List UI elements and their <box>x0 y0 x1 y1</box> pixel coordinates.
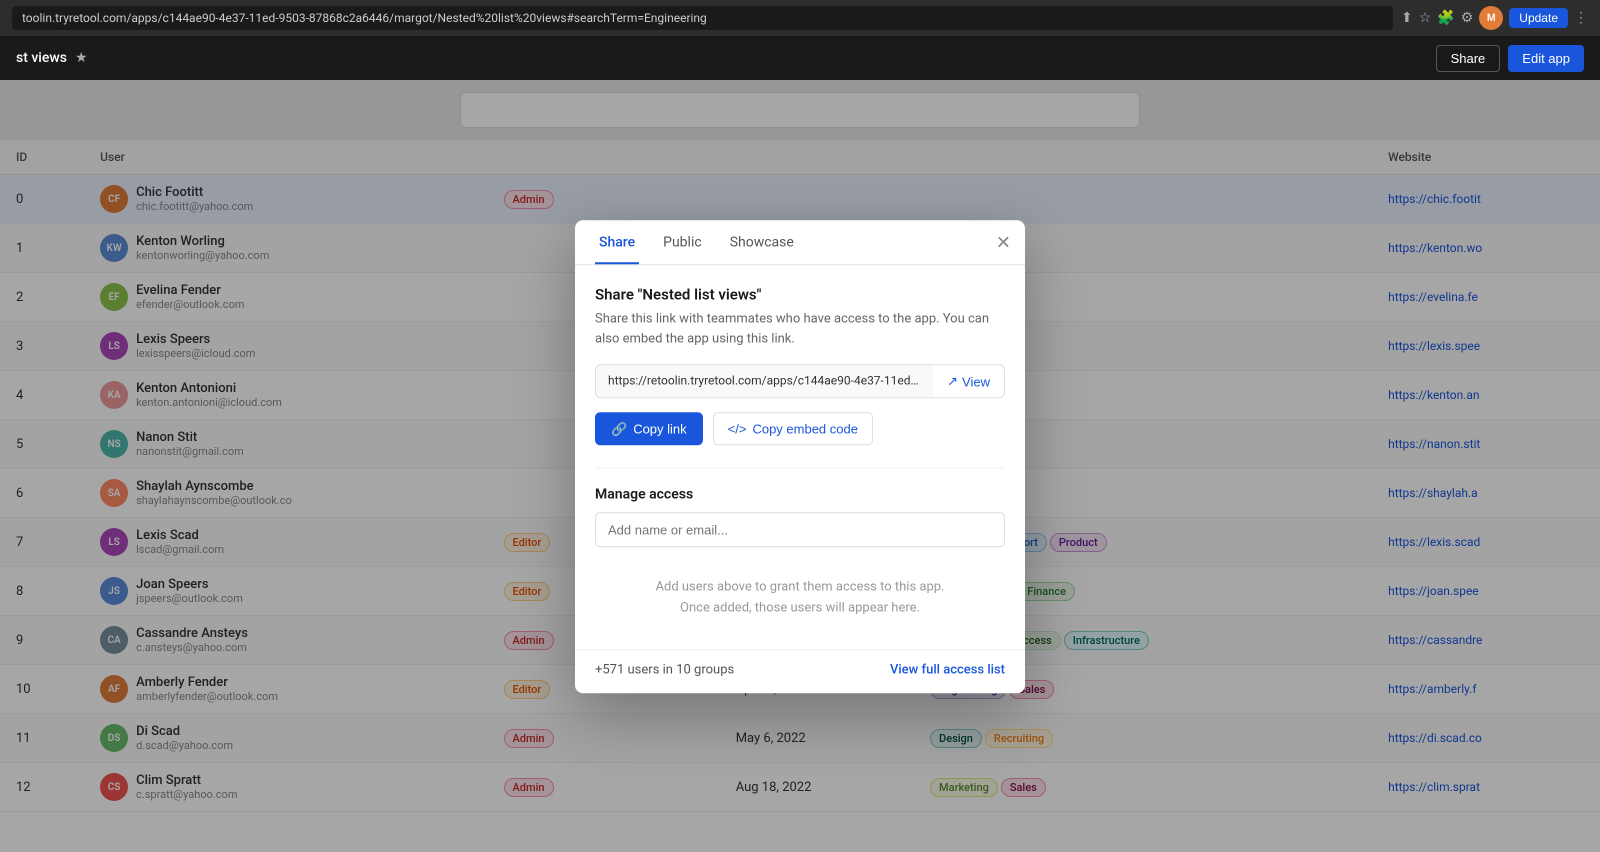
modal-close-button[interactable]: ✕ <box>996 232 1011 253</box>
copy-embed-button[interactable]: </> Copy embed code <box>713 412 873 445</box>
empty-line2: Once added, those users will appear here… <box>595 598 1005 619</box>
share-browser-icon[interactable]: ⬆ <box>1401 10 1413 26</box>
url-text: toolin.tryretool.com/apps/c144ae90-4e37-… <box>22 11 707 25</box>
modal-tabs: Share Public Showcase <box>575 220 1025 265</box>
external-link-icon: ↗ <box>947 373 958 389</box>
modal-description: Share this link with teammates who have … <box>595 309 1005 348</box>
view-label: View <box>962 374 990 389</box>
manage-access-title: Manage access <box>595 486 1005 502</box>
empty-line1: Add users above to grant them access to … <box>595 577 1005 598</box>
copy-link-label: Copy link <box>633 421 686 436</box>
empty-access-state: Add users above to grant them access to … <box>595 557 1005 629</box>
view-link-button[interactable]: ↗ View <box>933 365 1004 397</box>
view-full-access-list-link[interactable]: View full access list <box>890 662 1005 677</box>
copy-link-icon: 🔗 <box>611 421 627 437</box>
footer-users-count: +571 users in 10 groups <box>595 662 734 677</box>
modal-title: Share "Nested list views" <box>595 285 1005 303</box>
browser-actions: ⬆ ☆ 🧩 ⚙ M Update ⋮ <box>1401 6 1588 30</box>
add-email-input[interactable] <box>595 512 1005 547</box>
extensions-icon[interactable]: 🧩 <box>1437 10 1454 26</box>
link-url-text: https://retoolin.tryretool.com/apps/c144… <box>596 365 933 397</box>
more-options-icon[interactable]: ⋮ <box>1574 10 1588 26</box>
bookmark-icon[interactable]: ☆ <box>1419 10 1432 26</box>
settings-icon[interactable]: ⚙ <box>1461 10 1474 26</box>
share-modal: Share Public Showcase ✕ Share "Nested li… <box>575 220 1025 693</box>
tab-share[interactable]: Share <box>595 220 639 264</box>
update-button[interactable]: Update <box>1509 8 1568 28</box>
tab-public[interactable]: Public <box>659 220 706 264</box>
main-content: ID User Website 0 CF Chic Footitt chic. <box>0 80 1600 852</box>
embed-code-icon: </> <box>728 421 747 436</box>
modal-footer: +571 users in 10 groups View full access… <box>575 649 1025 693</box>
app-title-area: st views ★ <box>16 50 88 66</box>
divider <box>595 467 1005 468</box>
copy-embed-label: Copy embed code <box>752 421 858 436</box>
user-avatar[interactable]: M <box>1479 6 1503 30</box>
share-header-button[interactable]: Share <box>1436 45 1501 72</box>
link-row: https://retoolin.tryretool.com/apps/c144… <box>595 364 1005 398</box>
favorite-icon[interactable]: ★ <box>75 50 88 66</box>
browser-bar: toolin.tryretool.com/apps/c144ae90-4e37-… <box>0 0 1600 36</box>
app-header: st views ★ Share Edit app <box>0 36 1600 80</box>
copy-link-button[interactable]: 🔗 Copy link <box>595 412 703 445</box>
tab-showcase[interactable]: Showcase <box>726 220 798 264</box>
modal-body: Share "Nested list views" Share this lin… <box>575 265 1025 649</box>
header-actions: Share Edit app <box>1436 45 1584 72</box>
app-title: st views <box>16 50 67 66</box>
browser-url-bar[interactable]: toolin.tryretool.com/apps/c144ae90-4e37-… <box>12 6 1393 30</box>
edit-app-button[interactable]: Edit app <box>1508 45 1584 72</box>
action-buttons: 🔗 Copy link </> Copy embed code <box>595 412 1005 445</box>
